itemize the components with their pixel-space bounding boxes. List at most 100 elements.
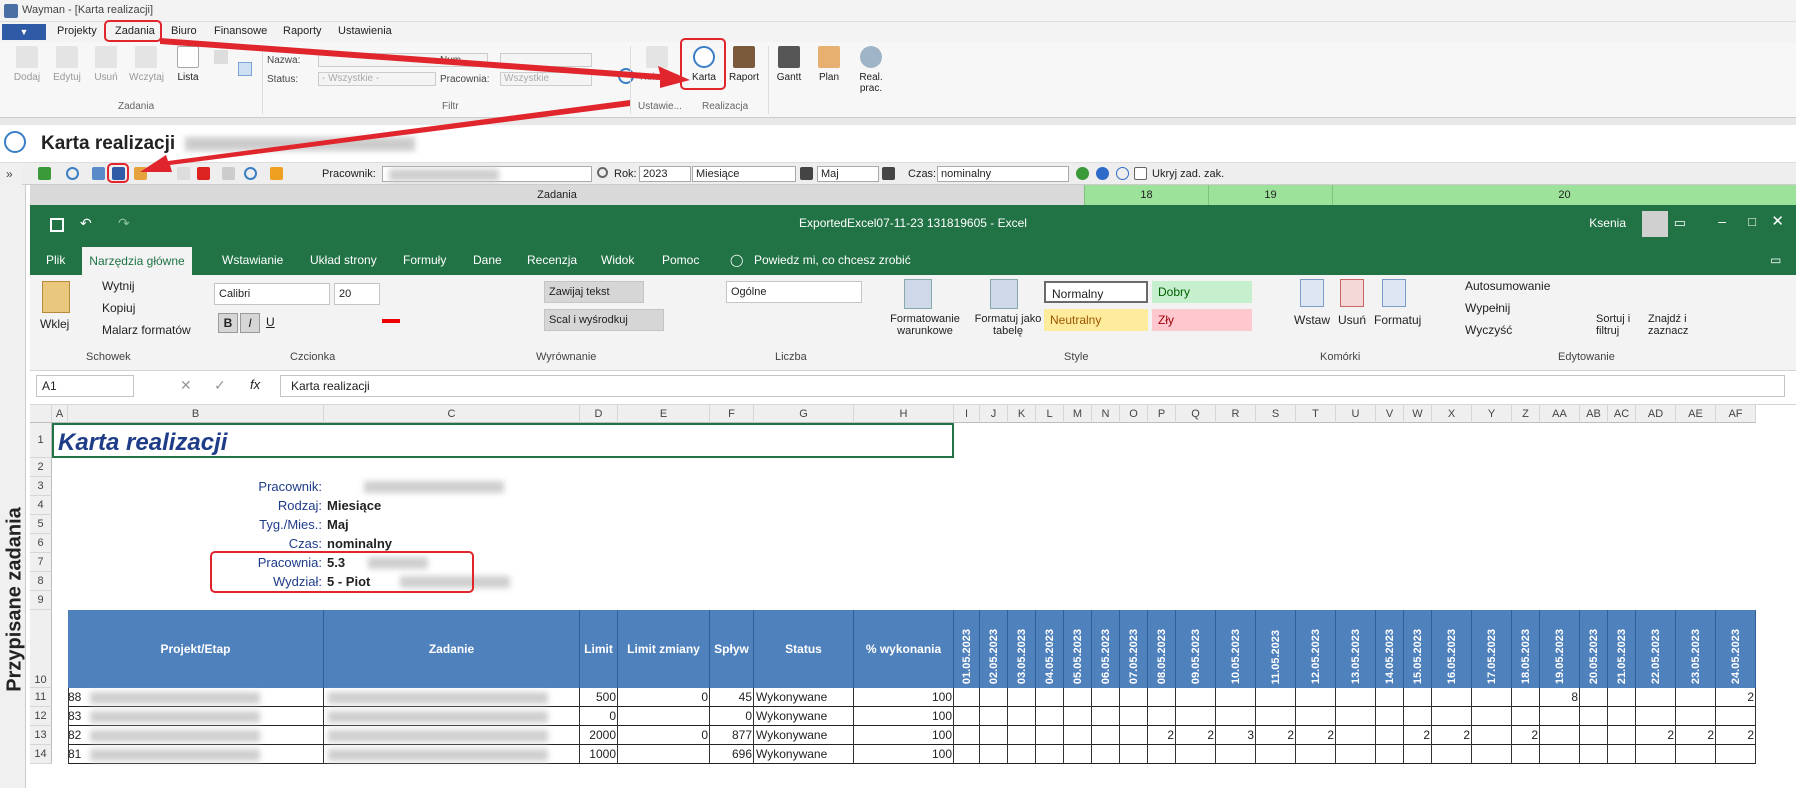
column-header[interactable]: R (1216, 405, 1256, 423)
print-icon[interactable] (214, 50, 228, 64)
column-header[interactable]: Z (1512, 405, 1540, 423)
column-header[interactable]: E (618, 405, 710, 423)
tab-plik[interactable]: Plik (46, 253, 65, 267)
tab-wstawianie[interactable]: Wstawianie (222, 253, 283, 267)
column-header[interactable]: AA (1540, 405, 1580, 423)
table-format-icon[interactable] (990, 279, 1018, 309)
style-good[interactable]: Dobry (1152, 281, 1252, 303)
delete-x-icon[interactable] (197, 167, 210, 180)
row-header[interactable]: 8 (30, 572, 52, 591)
autosum-button[interactable]: Autosumowanie (1465, 279, 1550, 293)
nazwa-input[interactable] (318, 53, 488, 67)
refresh-icon[interactable] (618, 68, 634, 84)
font-size-select[interactable]: 20 (334, 283, 380, 305)
date-header[interactable]: 12.05.2023 (1296, 610, 1336, 688)
column-header[interactable]: AF (1716, 405, 1756, 423)
tell-me-input[interactable]: Powiedz mi, co chcesz zrobić (754, 253, 911, 267)
date-header[interactable]: 13.05.2023 (1336, 610, 1376, 688)
comment-icon[interactable]: ▭ (1770, 253, 1781, 267)
row-header[interactable]: 12 (30, 707, 52, 726)
table-header[interactable]: Limit zmiany (618, 610, 710, 688)
edytuj-button[interactable]: Edytuj (50, 46, 84, 83)
lista-button[interactable]: Lista (171, 46, 205, 83)
date-header[interactable]: 22.05.2023 (1636, 610, 1676, 688)
table-header[interactable]: Spływ (710, 610, 754, 688)
style-neutral[interactable]: Neutralny (1044, 309, 1148, 331)
paste-icon[interactable] (42, 281, 70, 313)
row-header[interactable]: 7 (30, 553, 52, 572)
number-format-select[interactable]: Ogólne (726, 281, 862, 303)
date-header[interactable]: 01.05.2023 (954, 610, 980, 688)
info-icon[interactable] (1116, 167, 1129, 180)
row-header[interactable]: 11 (30, 688, 52, 707)
row-header[interactable]: 4 (30, 496, 52, 515)
column-header[interactable]: L (1036, 405, 1064, 423)
select-all-corner[interactable] (30, 405, 52, 423)
format-cells-icon[interactable] (1382, 279, 1406, 307)
date-header[interactable]: 17.05.2023 (1472, 610, 1512, 688)
delete-cells-icon[interactable] (1340, 279, 1364, 307)
date-header[interactable]: 10.05.2023 (1216, 610, 1256, 688)
row-header[interactable]: 13 (30, 726, 52, 745)
column-header[interactable]: M (1064, 405, 1092, 423)
date-header[interactable]: 04.05.2023 (1036, 610, 1064, 688)
column-header[interactable]: AC (1608, 405, 1636, 423)
tab-formuly[interactable]: Formuły (403, 253, 446, 267)
menu-ustawienia[interactable]: Ustawienia (338, 25, 392, 37)
table-header[interactable]: Limit (580, 610, 618, 688)
grid-check-icon[interactable] (134, 167, 147, 180)
sheet-title[interactable]: Karta realizacji (52, 423, 954, 458)
find-select-button[interactable]: Znajdź i zaznacz (1648, 313, 1704, 337)
date-header[interactable]: 15.05.2023 (1404, 610, 1432, 688)
row-header[interactable]: 3 (30, 477, 52, 496)
menu-projekty[interactable]: Projekty (57, 25, 97, 37)
insert-cells-icon[interactable] (1300, 279, 1324, 307)
copy-button[interactable]: Kopiuj (102, 301, 135, 315)
date-header[interactable]: 02.05.2023 (980, 610, 1008, 688)
sort-filter-button[interactable]: Sortuj i filtruj (1596, 313, 1646, 337)
italic-button[interactable]: I (240, 313, 260, 333)
date-header[interactable]: 24.05.2023 (1716, 610, 1756, 688)
style-normal[interactable]: Normalny (1044, 281, 1148, 303)
style-bad[interactable]: Zły (1152, 309, 1252, 331)
font-color-icon[interactable] (382, 319, 400, 323)
paste-button[interactable]: Wklej (40, 317, 69, 331)
dodaj-button[interactable]: Dodaj (10, 46, 44, 83)
table-header[interactable]: % wykonania (854, 610, 954, 688)
row-header[interactable]: 6 (30, 534, 52, 553)
czas-select[interactable]: nominalny (937, 166, 1069, 182)
name-box[interactable]: A1 (36, 375, 134, 397)
row-header[interactable]: 2 (30, 458, 52, 477)
tab-dane[interactable]: Dane (473, 253, 502, 267)
pracownik-select[interactable] (382, 166, 592, 182)
month-select[interactable]: Maj (817, 166, 879, 182)
menu-raporty[interactable]: Raporty (283, 25, 322, 37)
tab-pomoc[interactable]: Pomoc (662, 253, 699, 267)
column-header[interactable]: AE (1676, 405, 1716, 423)
date-header[interactable]: 03.05.2023 (1008, 610, 1036, 688)
period-select[interactable]: Miesiące (692, 166, 796, 182)
minimize-icon[interactable]: – (1718, 213, 1726, 229)
row-header[interactable]: 10 (30, 610, 52, 688)
wczytaj-button[interactable]: Wczytaj (129, 46, 164, 83)
tab-recenzja[interactable]: Recenzja (527, 253, 577, 267)
underline-button[interactable]: U (266, 315, 275, 329)
mail-icon[interactable] (222, 167, 235, 180)
help-icon[interactable] (1096, 167, 1109, 180)
usun-button[interactable]: Usuń (89, 46, 123, 83)
column-header[interactable]: N (1092, 405, 1120, 423)
expand-chevron-icon[interactable]: » (6, 167, 13, 181)
raport-button[interactable]: Raport (727, 46, 761, 83)
tab-narzedzia-glowne[interactable]: Narzędzia główne (82, 247, 192, 275)
date-header[interactable]: 05.05.2023 (1064, 610, 1092, 688)
column-header[interactable]: I (954, 405, 980, 423)
rok-select[interactable]: 2023 (639, 166, 691, 182)
date-header[interactable]: 20.05.2023 (1580, 610, 1608, 688)
column-header[interactable]: X (1432, 405, 1472, 423)
column-header[interactable]: C (324, 405, 580, 423)
date-header[interactable]: 14.05.2023 (1376, 610, 1404, 688)
date-header[interactable]: 11.05.2023 (1256, 610, 1296, 688)
date-header[interactable]: 06.05.2023 (1092, 610, 1120, 688)
date-header[interactable]: 21.05.2023 (1608, 610, 1636, 688)
edit-icon[interactable] (177, 167, 190, 180)
